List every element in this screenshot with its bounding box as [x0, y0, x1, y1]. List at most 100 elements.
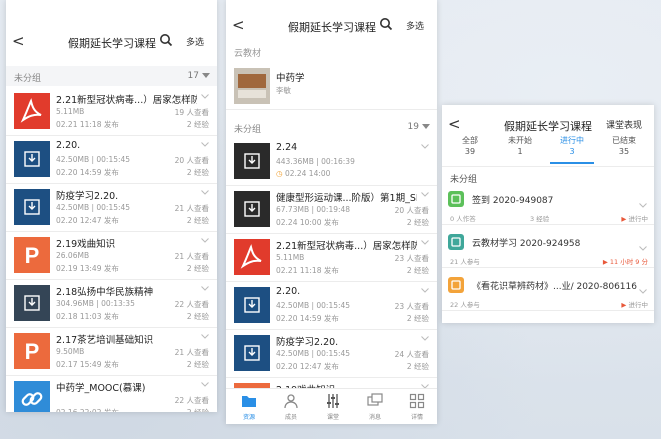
group-count: 19 — [407, 122, 419, 132]
chevron-down-icon[interactable] — [201, 190, 209, 195]
experience-points: 2 经验 — [186, 168, 209, 177]
chevron-down-icon[interactable] — [421, 192, 429, 197]
status-text: 进行中 — [628, 301, 649, 309]
view-count: 23 人查看 — [394, 254, 429, 263]
date-text: 02.18 11:03 发布 — [56, 312, 119, 321]
play-icon: ▶ — [621, 215, 629, 223]
multi-select-button[interactable]: 多选 — [406, 19, 424, 32]
tab-classroom[interactable]: 课堂 — [318, 393, 348, 421]
status-text: 11 小时 9 分 — [609, 258, 648, 266]
search-icon[interactable] — [379, 17, 393, 31]
segment-label: 进行中 — [560, 136, 584, 145]
chevron-down-icon[interactable] — [421, 336, 429, 341]
resource-meta: 42.50MB | 00:15:45 — [56, 155, 131, 164]
play-icon: ▶ — [602, 258, 610, 266]
group-label: 未分组 — [450, 175, 478, 185]
header: < 假期延长学习课程 多选 — [6, 22, 217, 62]
multi-select-button[interactable]: 多选 — [186, 35, 204, 48]
tab-details[interactable]: 详情 — [402, 393, 432, 421]
resource-name: 2.20. — [56, 140, 81, 151]
resource-item[interactable]: 健康型形运动课...阶版）第1期_SD 67.73MB | 00:19:48 02.… — [226, 186, 437, 234]
file-size: 42.50MB — [56, 203, 90, 212]
activity-item[interactable]: 云教材学习 2020-924958 21 人参与 ▶ 11 小时 9 分 — [442, 228, 654, 268]
resource-item[interactable]: 2.24 443.36MB | 00:16:39 ◷ 02.24 14:00 — [226, 138, 437, 186]
resource-item[interactable]: 中药学_MOOC(慕课) 02.16 22:02 发布 22 人查看 2 经验 — [6, 376, 217, 412]
class-performance-button[interactable]: 课堂表现 — [606, 118, 642, 131]
resource-item[interactable]: 防疫学习2.20. 42.50MB | 00:15:45 02.20 12:47 发… — [226, 330, 437, 378]
resource-item[interactable]: 2.21新型冠状病毒...）居家怎样防护 5.11MB 02.21 11:18 发布… — [226, 234, 437, 282]
resource-item[interactable]: 2.20. 42.50MB | 00:15:45 02.20 14:59 发布 20 … — [6, 136, 217, 184]
publish-date: 02.20 12:47 发布 — [276, 361, 339, 372]
message-icon — [367, 393, 383, 406]
publish-date: 02.24 10:00 发布 — [276, 217, 339, 228]
duration: 00:15:45 — [316, 349, 351, 358]
back-button[interactable]: < — [232, 16, 245, 34]
resource-name: 2.24 — [276, 142, 298, 153]
chevron-down-icon[interactable] — [639, 203, 647, 208]
video-thumbnail — [234, 335, 270, 371]
duration: 00:13:35 — [101, 299, 135, 308]
chevron-down-icon[interactable] — [201, 238, 209, 243]
date-text: 02.20 12:47 发布 — [276, 362, 339, 371]
chevron-down-icon[interactable] — [639, 289, 647, 294]
segment-all[interactable]: 全部 39 — [448, 135, 492, 163]
page-title: 假期延长学习课程 — [504, 120, 592, 133]
tab-resources[interactable]: 资源 — [234, 393, 264, 421]
resource-item[interactable]: 2.18弘扬中华民族精神 304.96MB | 00:13:35 02.18 11:… — [6, 280, 217, 328]
tab-label: 成员 — [284, 414, 297, 421]
resource-item[interactable]: P 2.17茶艺培训基础知识 9.50MB 02.17 15:49 发布 21 人查看 2… — [6, 328, 217, 376]
chevron-down-icon[interactable] — [201, 94, 209, 99]
screen-resource-list-1: < 假期延长学习课程 多选 未分组 17 2.21新型冠状病毒...）居家怎样防… — [6, 0, 217, 412]
chevron-down-icon[interactable] — [201, 334, 209, 339]
tab-label: 课堂 — [326, 414, 339, 421]
back-button[interactable]: < — [12, 32, 25, 50]
date-text: 02.20 14:59 发布 — [276, 314, 339, 323]
segment-count: 39 — [464, 147, 476, 156]
segment-finished[interactable]: 已结束 35 — [602, 135, 646, 163]
chevron-down-icon[interactable] — [639, 246, 647, 251]
link-icon — [14, 381, 50, 412]
experience-points: 2 经验 — [406, 314, 429, 323]
resource-name: 防疫学习2.20. — [276, 337, 339, 348]
publish-date: 02.20 12:47 发布 — [56, 215, 119, 226]
segment-not-started[interactable]: 未开始 1 — [498, 135, 542, 163]
chevron-down-icon[interactable] — [201, 286, 209, 291]
publish-date: 02.17 15:49 发布 — [56, 359, 119, 370]
segment-in-progress[interactable]: 进行中 3 — [550, 135, 594, 163]
resource-item[interactable]: 2.20. 42.50MB | 00:15:45 02.20 14:59 发布 23 … — [226, 282, 437, 330]
experience-points: 3 经验 — [530, 215, 550, 223]
group-header[interactable]: 未分组 17 — [6, 66, 217, 86]
tab-members[interactable]: 成员 — [276, 393, 306, 421]
chevron-down-icon[interactable] — [201, 142, 209, 147]
resource-item[interactable]: 2.21新型冠状病毒...）居家怎样防护 5.11MB 02.21 11:18 发布… — [6, 88, 217, 136]
publish-date: 02.20 14:59 发布 — [56, 167, 119, 178]
group-header[interactable]: 未分组 19 — [226, 117, 437, 135]
duration: 00:15:45 — [96, 203, 131, 212]
chevron-down-icon[interactable] — [201, 382, 209, 387]
back-button[interactable]: < — [448, 115, 461, 133]
chevron-down-icon[interactable] — [421, 144, 429, 149]
video-thumbnail — [234, 143, 270, 179]
cloud-item[interactable]: 中药学 李敏 — [226, 64, 437, 110]
tab-label: 资源 — [242, 414, 255, 421]
participants: 0 人作答 — [450, 215, 476, 223]
resource-item[interactable]: 防疫学习2.20. 42.50MB | 00:15:45 02.20 12:47 发… — [6, 184, 217, 232]
group-header: 未分组 — [442, 166, 654, 185]
resource-meta: 42.50MB | 00:15:45 — [56, 203, 131, 212]
group-label: 未分组 — [14, 74, 42, 84]
chevron-down-icon[interactable] — [421, 240, 429, 245]
participants: 22 人参与 — [450, 301, 480, 309]
resource-item[interactable]: P 2.19戏曲知识 26.06MB 02.19 13:49 发布 21 人查看 2 经验 — [6, 232, 217, 280]
segment-count: 1 — [517, 147, 523, 156]
view-count: 21 人查看 — [174, 204, 209, 213]
activity-item[interactable]: 签到 2020-949087 0 人作答 3 经验 ▶ 进行中 — [442, 185, 654, 225]
search-icon[interactable] — [159, 33, 173, 47]
activity-status: ▶ 进行中 — [621, 213, 648, 223]
tab-messages[interactable]: 消息 — [360, 393, 390, 421]
chevron-down-icon[interactable] — [421, 288, 429, 293]
pdf-file-icon — [14, 93, 50, 129]
resource-name: 2.18弘扬中华民族精神 — [56, 287, 154, 298]
duration: 00:15:45 — [316, 301, 351, 310]
activity-item[interactable]: 《看花识草辨药材》...业/ 2020-806116 22 人参与 ▶ 进行中 — [442, 271, 654, 311]
segment-label: 全部 — [462, 136, 478, 145]
